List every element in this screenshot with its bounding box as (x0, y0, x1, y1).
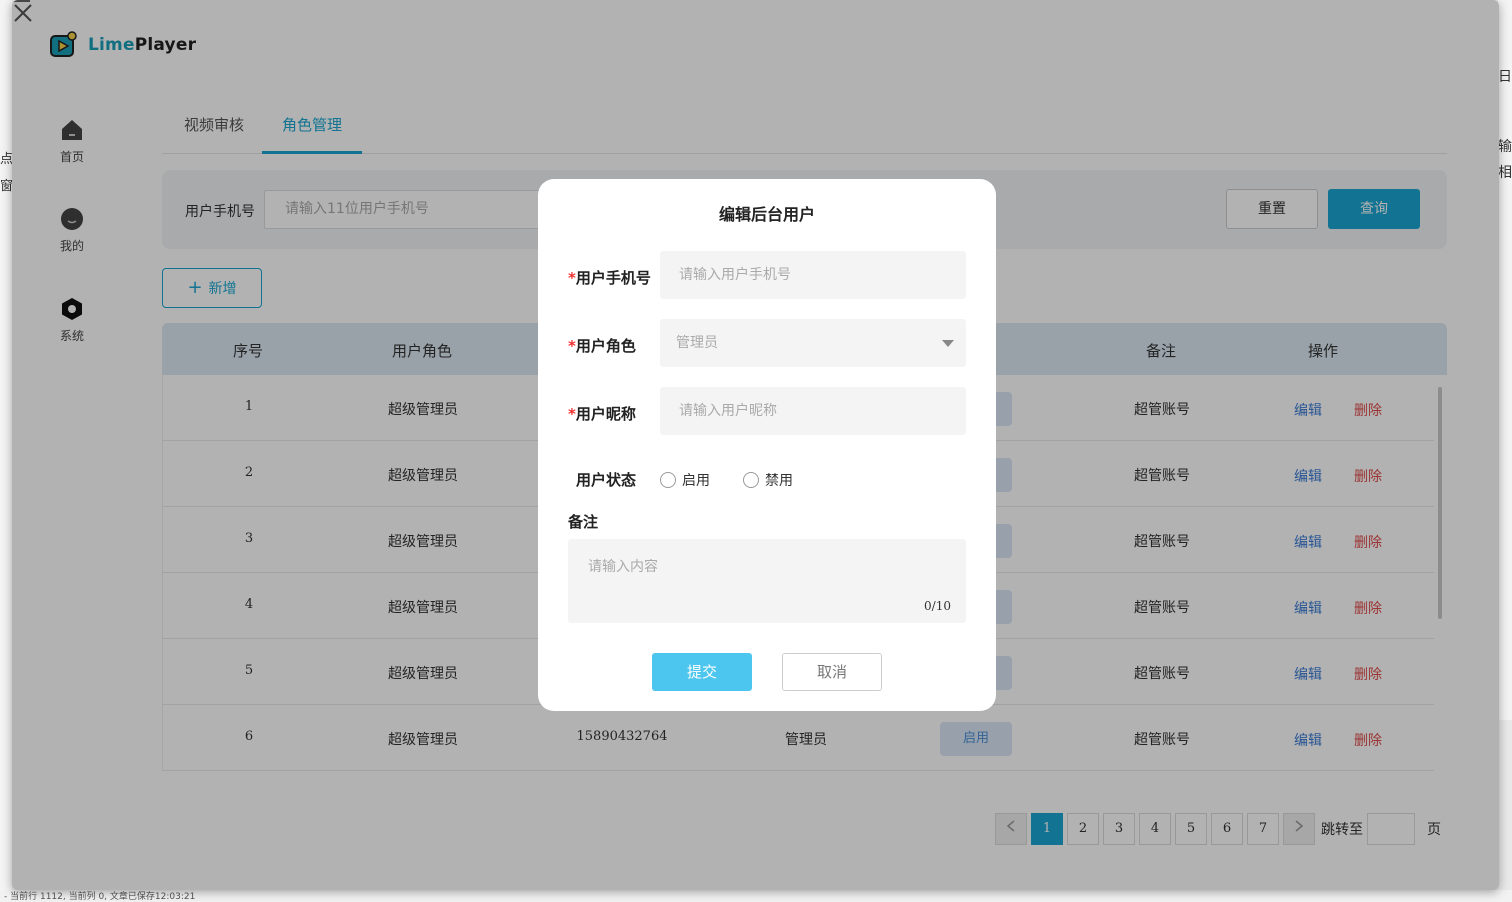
radio-label: 启用 (682, 473, 710, 489)
radio-circle-icon (743, 472, 759, 488)
caret-down-icon (942, 340, 954, 347)
role-label: *用户角色 (568, 335, 636, 356)
radio-circle-icon (660, 472, 676, 488)
remark-placeholder: 请输入内容 (588, 559, 658, 575)
background-status-line: - 当前行 1112, 当前列 0, 文章已保存12:03:21 (0, 890, 1512, 902)
status-label: 用户状态 (576, 471, 637, 489)
status-radio-enable[interactable]: 启用 (660, 470, 710, 490)
background-left-strip: 点 窗 (0, 0, 13, 902)
required-mark: * (568, 269, 576, 287)
radio-label: 禁用 (765, 473, 793, 489)
role-select[interactable]: 管理员 (660, 319, 966, 367)
background-right-strip: 日 输 相 (1498, 0, 1512, 720)
role-label-text: 用户角色 (575, 337, 636, 355)
nickname-input[interactable]: 请输入用户昵称 (660, 387, 966, 435)
remark-label: 备注 (568, 513, 599, 531)
dialog-title: 编辑后台用户 (718, 205, 815, 224)
phone-label: *用户手机号 (568, 267, 651, 288)
phone-label-text: 用户手机号 (575, 269, 651, 287)
background-text: 相 (1498, 165, 1512, 181)
cancel-button[interactable]: 取消 (782, 653, 882, 691)
nickname-label-text: 用户昵称 (575, 405, 636, 423)
submit-button[interactable]: 提交 (652, 653, 752, 691)
required-mark: * (568, 337, 576, 355)
status-radio-disable[interactable]: 禁用 (743, 470, 793, 490)
phone-input[interactable]: 请输入用户手机号 (660, 251, 966, 299)
edit-user-dialog: 编辑后台用户 *用户手机号 请输入用户手机号 *用户角色 管理员 *用户昵称 请… (538, 179, 996, 711)
nickname-label: *用户昵称 (568, 403, 636, 424)
remark-textarea[interactable]: 请输入内容 0/10 (568, 539, 966, 623)
role-select-value: 管理员 (676, 335, 718, 351)
background-text: 输 (1498, 139, 1512, 155)
app-window: LimePlayer 首页 我的 系统 视频审核 角色管理 用户手机号 请输入1… (12, 0, 1499, 890)
required-mark: * (568, 405, 576, 423)
remark-char-count: 0/10 (924, 599, 951, 613)
background-text: 日 (1498, 69, 1512, 85)
